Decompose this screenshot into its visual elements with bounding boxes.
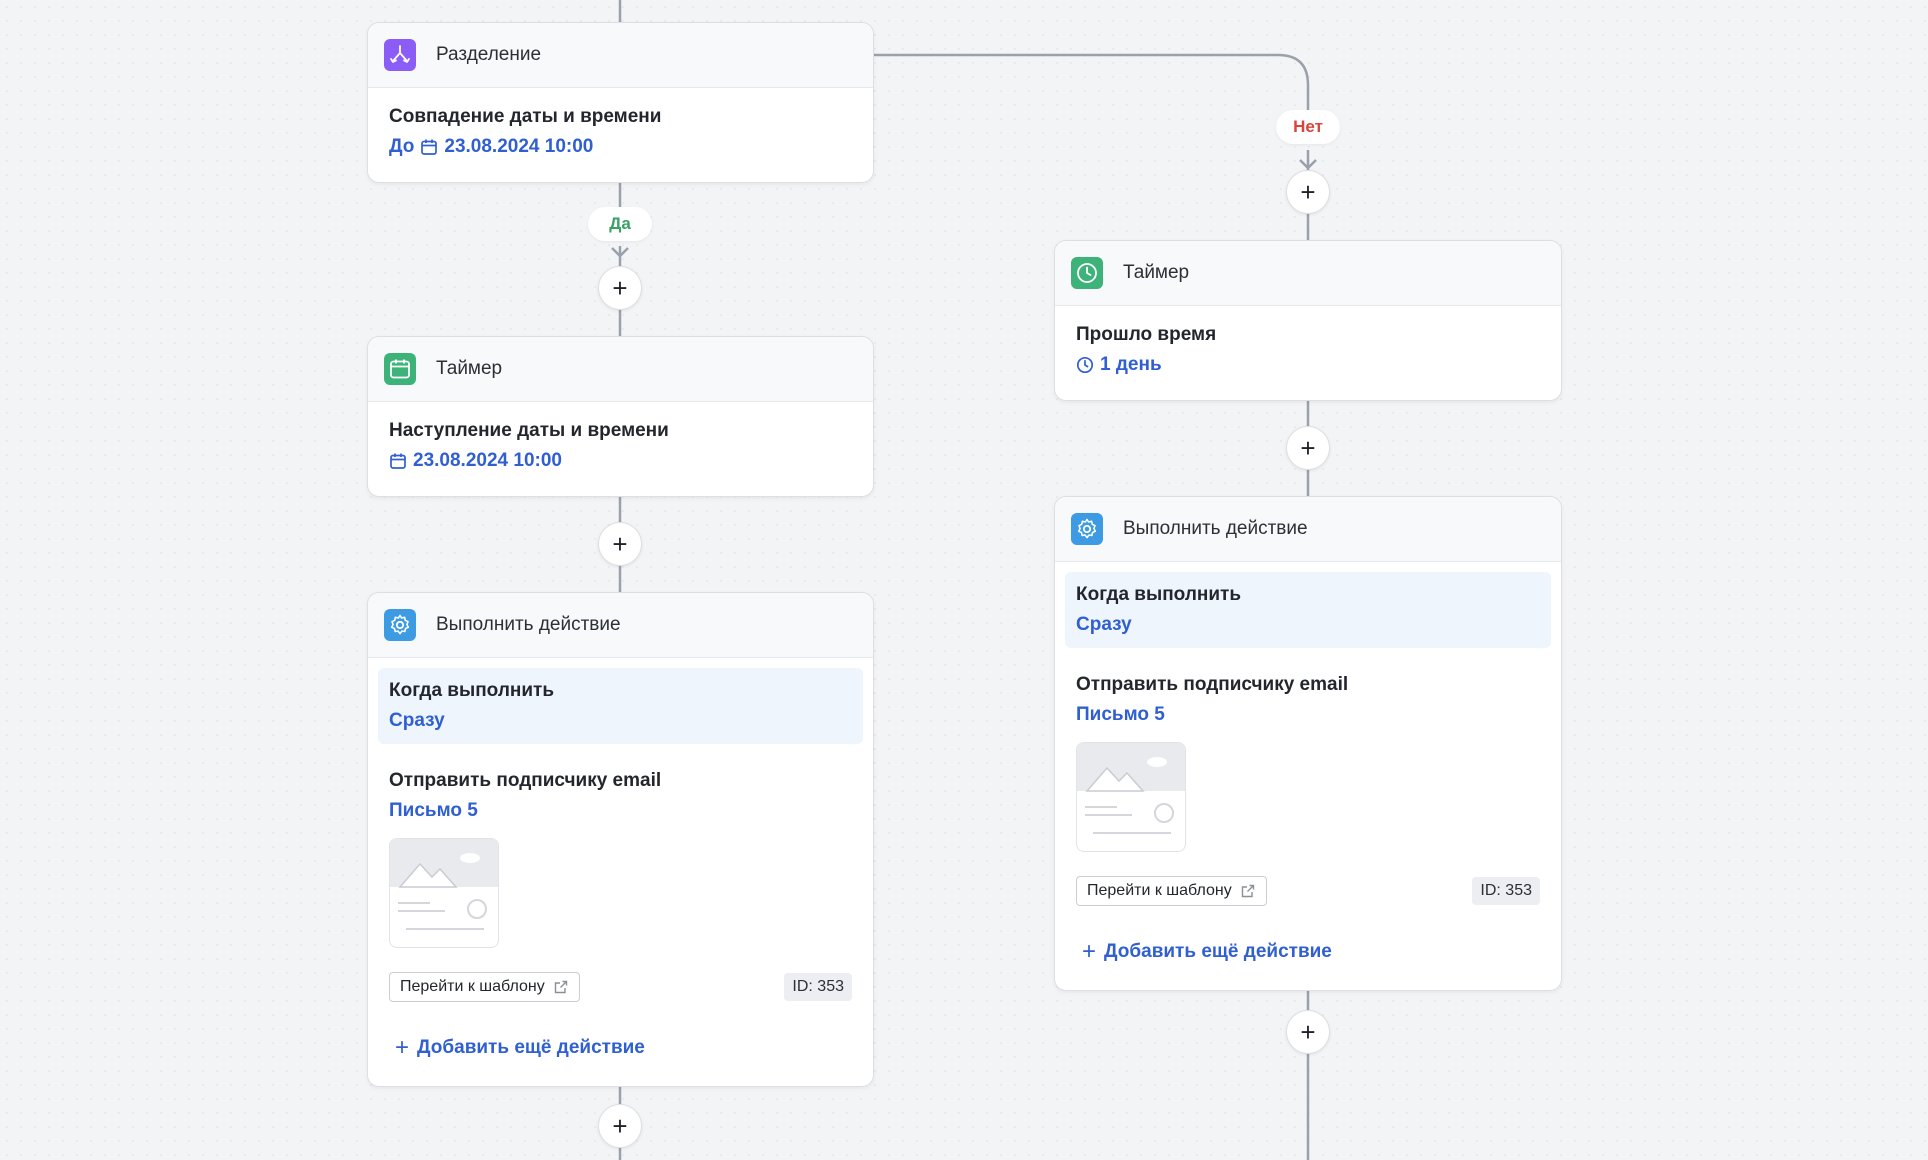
timer-value[interactable]: 23.08.2024 10:00 — [389, 450, 852, 472]
card-title: Таймер — [436, 358, 503, 379]
add-step-button[interactable]: + — [598, 1104, 642, 1148]
timer-value[interactable]: 1 день — [1076, 354, 1540, 376]
flow-connectors — [611, 0, 1317, 1160]
add-another-action-label: Добавить ещё действие — [417, 1037, 645, 1058]
timer-duration: 1 день — [1100, 354, 1162, 375]
add-step-button[interactable]: + — [1286, 170, 1330, 214]
external-link-icon — [1241, 884, 1254, 898]
timer-card[interactable]: Таймер Наступление даты и времени 23.08.… — [367, 336, 874, 497]
when-label: Когда выполнить — [389, 680, 555, 701]
when-value: Сразу — [1076, 614, 1132, 635]
clock-icon — [1071, 257, 1103, 289]
go-to-template-label: Перейти к шаблону — [400, 978, 545, 995]
go-to-template-button[interactable]: Перейти к шаблону — [389, 972, 580, 1002]
when-value: Сразу — [389, 710, 445, 731]
timer-label: Наступление даты и времени — [389, 420, 669, 441]
add-another-action-button[interactable]: + Добавить ещё действие — [1082, 940, 1540, 964]
when-block[interactable]: Когда выполнить Сразу — [378, 668, 863, 744]
add-step-button[interactable]: + — [598, 266, 642, 310]
email-preview-thumbnail[interactable] — [389, 838, 499, 948]
go-to-template-label: Перейти к шаблону — [1087, 882, 1232, 899]
gear-icon — [384, 609, 416, 641]
action-card[interactable]: Выполнить действие Когда выполнить Сразу… — [367, 592, 874, 1087]
branch-no-label: Нет — [1276, 110, 1340, 144]
calendar-icon — [421, 139, 438, 155]
add-another-action-button[interactable]: + Добавить ещё действие — [395, 1036, 852, 1060]
split-card[interactable]: Разделение Совпадение даты и времени До … — [367, 22, 874, 183]
id-badge: ID: 353 — [784, 973, 852, 1001]
send-email-label: Отправить подписчику email — [389, 770, 662, 791]
add-step-button[interactable]: + — [1286, 1010, 1330, 1054]
timer-label: Прошло время — [1076, 324, 1217, 345]
image-placeholder-icon — [390, 839, 498, 930]
add-step-button[interactable]: + — [1286, 426, 1330, 470]
timer-date: 23.08.2024 10:00 — [413, 450, 562, 471]
split-icon — [384, 39, 416, 71]
plus-icon: + — [395, 1034, 410, 1061]
card-title: Выполнить действие — [436, 614, 621, 635]
branch-yes-label: Да — [588, 207, 652, 241]
calendar-icon — [384, 353, 416, 385]
card-header: Выполнить действие — [368, 593, 873, 658]
card-header: Таймер — [368, 337, 873, 402]
letter-link[interactable]: Письмо 5 — [1076, 704, 1540, 726]
letter-link[interactable]: Письмо 5 — [389, 800, 852, 822]
external-link-icon — [554, 980, 567, 994]
send-email-label: Отправить подписчику email — [1076, 674, 1349, 695]
card-header: Выполнить действие — [1055, 497, 1561, 562]
clock-icon — [1076, 356, 1094, 374]
image-placeholder-icon — [1077, 743, 1185, 834]
card-title: Выполнить действие — [1123, 518, 1308, 539]
go-to-template-button[interactable]: Перейти к шаблону — [1076, 876, 1267, 906]
add-another-action-label: Добавить ещё действие — [1104, 941, 1332, 962]
id-badge: ID: 353 — [1472, 877, 1540, 905]
card-header: Разделение — [368, 23, 873, 88]
gear-icon — [1071, 513, 1103, 545]
condition-label: Совпадение даты и времени — [389, 106, 662, 127]
email-preview-thumbnail[interactable] — [1076, 742, 1186, 852]
add-step-button[interactable]: + — [598, 522, 642, 566]
condition-prefix: До — [389, 136, 415, 157]
card-header: Таймер — [1055, 241, 1561, 306]
timer-card[interactable]: Таймер Прошло время 1 день — [1054, 240, 1562, 401]
card-title: Таймер — [1123, 262, 1190, 283]
card-title: Разделение — [436, 44, 542, 65]
condition-value[interactable]: До 23.08.2024 10:00 — [389, 136, 852, 158]
calendar-icon — [390, 453, 406, 469]
action-card[interactable]: Выполнить действие Когда выполнить Сразу… — [1054, 496, 1562, 991]
condition-date: 23.08.2024 10:00 — [444, 136, 594, 157]
when-label: Когда выполнить — [1076, 584, 1242, 605]
when-block[interactable]: Когда выполнить Сразу — [1065, 572, 1551, 648]
plus-icon: + — [1082, 938, 1097, 965]
workflow-canvas[interactable]: Да Нет + + + + + + Разделение Совпадение… — [0, 0, 1928, 1160]
